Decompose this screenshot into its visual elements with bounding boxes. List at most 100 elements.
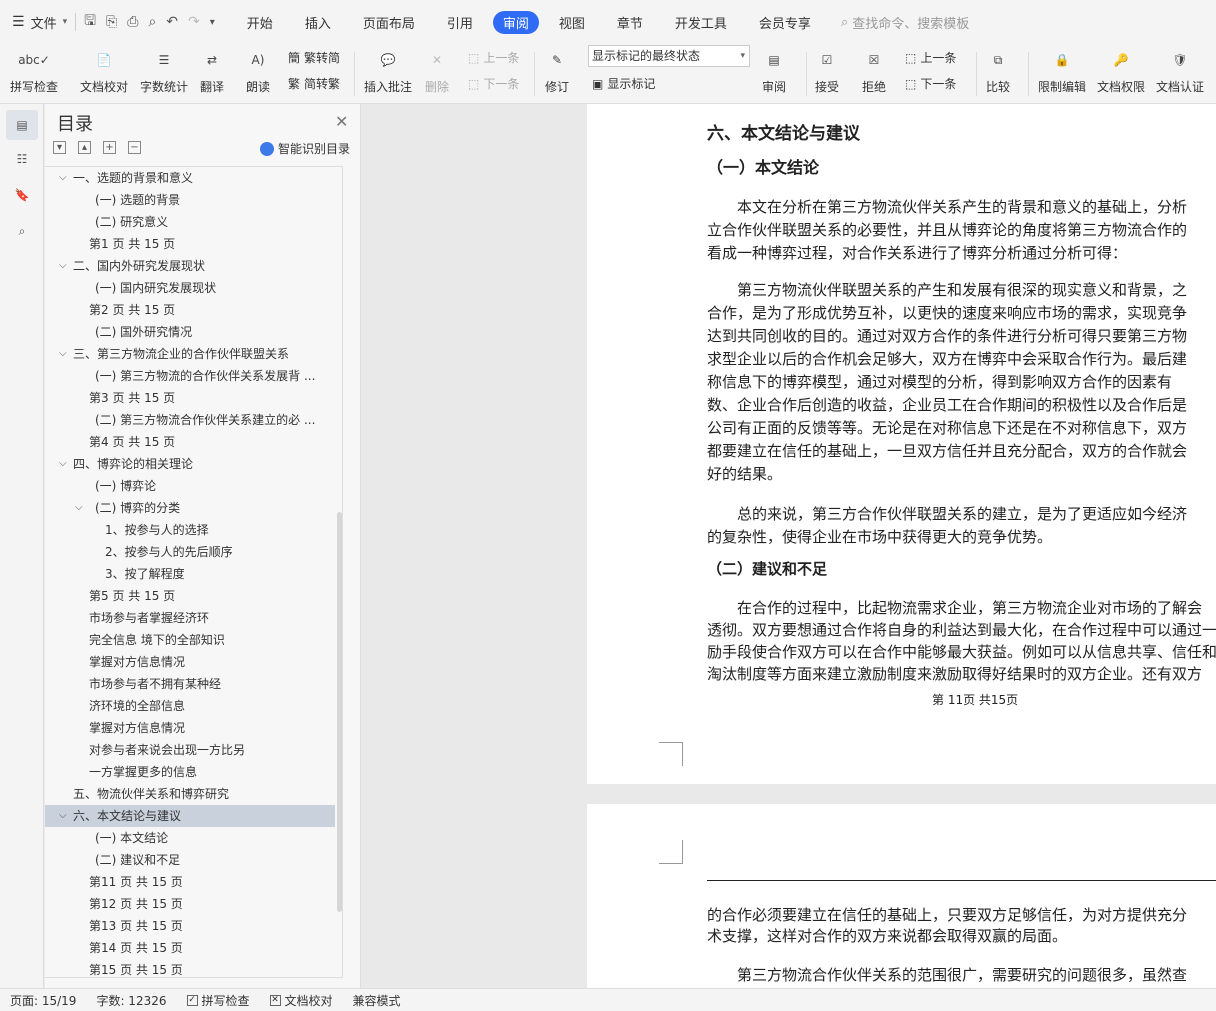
toc-item[interactable]: 济环境的全部信息	[45, 695, 335, 717]
collapse-up-icon[interactable]: ▴	[78, 141, 91, 154]
toc-item[interactable]: (二) 国外研究情况	[45, 321, 335, 343]
file-menu-button[interactable]: ☰ 文件 ▾	[12, 13, 67, 32]
toc-item[interactable]: 第13 页 共 15 页	[45, 915, 335, 937]
toc-item[interactable]: (一) 国内研究发展现状	[45, 277, 335, 299]
toc-item[interactable]: (二) 研究意义	[45, 211, 335, 233]
chevron-down-icon[interactable]: ⌵	[59, 453, 67, 475]
show-markup-button[interactable]: ▣ 显示标记	[592, 75, 655, 92]
command-search[interactable]: ⌕ 查找命令、搜索模板	[841, 13, 969, 32]
markup-mode-select[interactable]: 显示标记的最终状态 ▾	[588, 45, 750, 67]
add-icon[interactable]: +	[103, 141, 116, 154]
doc-permission-button[interactable]: 🔑 文档权限	[1097, 44, 1145, 95]
chevron-down-icon[interactable]: ⌵	[59, 255, 67, 277]
chevron-down-icon[interactable]: ⌵	[59, 343, 67, 365]
trad-to-simp-button[interactable]: 簡 繁转简	[288, 49, 340, 66]
word-count-button[interactable]: ☰ 字数统计	[140, 44, 188, 95]
chevron-down-icon[interactable]: ⌵	[59, 805, 67, 827]
toc-item[interactable]: 市场参与者掌握经济环	[45, 607, 335, 629]
toc-item[interactable]: 五、物流伙伴关系和博弈研究	[45, 783, 335, 805]
tab-chapter[interactable]: 章节	[605, 10, 655, 35]
bookmark-icon[interactable]: 🔖	[6, 180, 38, 210]
toc-item[interactable]: 第1 页 共 15 页	[45, 233, 335, 255]
print-preview-icon[interactable]: ⌕	[148, 14, 156, 30]
doc-proof-button[interactable]: 📄 文档校对	[80, 44, 128, 95]
toc-item[interactable]: (一) 本文结论	[45, 827, 335, 849]
toc-item[interactable]: ⌵ 六、本文结论与建议	[45, 805, 335, 827]
delete-comment-button[interactable]: ✕ 删除	[423, 44, 451, 95]
remove-icon[interactable]: −	[128, 141, 141, 154]
tab-view[interactable]: 视图	[547, 10, 597, 35]
toc-item[interactable]: 第11 页 共 15 页	[45, 871, 335, 893]
undo-icon[interactable]: ↶	[166, 14, 178, 30]
tab-review[interactable]: 审阅	[492, 10, 539, 34]
toc-item[interactable]: 3、按了解程度	[45, 563, 335, 585]
toc-item[interactable]: (一) 博弈论	[45, 475, 335, 497]
prev-comment-button[interactable]: ⬚ 上一条	[468, 49, 519, 66]
read-aloud-button[interactable]: A) 朗读	[244, 44, 272, 95]
toc-item[interactable]: 对参与者来说会出现一方比另	[45, 739, 335, 761]
chapter-nav-icon[interactable]: ☷	[6, 144, 38, 174]
chevron-down-icon[interactable]: ⌵	[59, 167, 67, 189]
spellcheck-toggle[interactable]: ✓ 拼写检查	[186, 992, 250, 1009]
toc-item[interactable]: ⌵ 三、第三方物流企业的合作伙伴联盟关系	[45, 343, 335, 365]
toc-item[interactable]: 第3 页 共 15 页	[45, 387, 335, 409]
accept-button[interactable]: ☑ 接受	[813, 44, 841, 95]
toc-item[interactable]: ⌵ 二、国内外研究发展现状	[45, 255, 335, 277]
toc-item[interactable]: 掌握对方信息情况	[45, 651, 335, 673]
track-changes-button[interactable]: ✎ 修订	[543, 44, 571, 95]
toc-item[interactable]: 第5 页 共 15 页	[45, 585, 335, 607]
toc-item[interactable]: 一方掌握更多的信息	[45, 761, 335, 783]
toc-panel-icon[interactable]: ▤	[6, 110, 38, 140]
next-comment-button[interactable]: ⬚ 下一条	[468, 75, 519, 92]
doc-proof-toggle[interactable]: ✕ 文档校对	[269, 992, 333, 1009]
restrict-edit-button[interactable]: 🔒 限制编辑	[1038, 44, 1086, 95]
toc-item[interactable]: 完全信息 境下的全部知识	[45, 629, 335, 651]
prev-change-button[interactable]: ⬚ 上一条	[905, 49, 956, 66]
translate-button[interactable]: ⇄ 翻译	[198, 44, 226, 95]
toc-item[interactable]: (二) 第三方物流合作伙伴关系建立的必 ...	[45, 409, 335, 431]
export-icon[interactable]: ⎘	[106, 14, 117, 30]
search-icon[interactable]: ⌕	[6, 216, 38, 246]
toc-item[interactable]: 第14 页 共 15 页	[45, 937, 335, 959]
collapse-down-icon[interactable]: ▾	[53, 141, 66, 154]
toc-item[interactable]: 掌握对方信息情况	[45, 717, 335, 739]
print-icon[interactable]: ⎙	[127, 14, 138, 30]
smart-toc-button[interactable]: 智能识别目录	[260, 140, 350, 157]
toc-scrollbar[interactable]	[337, 512, 342, 912]
toc-item[interactable]: (一) 选题的背景	[45, 189, 335, 211]
toc-item[interactable]: 第4 页 共 15 页	[45, 431, 335, 453]
page-indicator[interactable]: 页面: 15/19	[10, 992, 76, 1009]
toc-item[interactable]: (二) 建议和不足	[45, 849, 335, 871]
simp-to-trad-button[interactable]: 繁 简转繁	[288, 75, 340, 92]
chevron-down-icon[interactable]: ⌵	[75, 497, 83, 519]
tab-home[interactable]: 开始	[235, 10, 285, 35]
toc-item[interactable]: ⌵ (二) 博弈的分类	[45, 497, 335, 519]
toc-item[interactable]: 第12 页 共 15 页	[45, 893, 335, 915]
tab-member[interactable]: 会员专享	[747, 10, 823, 35]
toc-item[interactable]: ⌵ 四、博弈论的相关理论	[45, 453, 335, 475]
review-pane-button[interactable]: ▤ 审阅	[760, 44, 788, 95]
close-icon[interactable]: ✕	[335, 112, 348, 131]
tab-references[interactable]: 引用	[435, 10, 485, 35]
toc-item[interactable]: 第2 页 共 15 页	[45, 299, 335, 321]
spellcheck-button[interactable]: abc✓ 拼写检查	[10, 44, 58, 95]
tab-page-layout[interactable]: 页面布局	[351, 10, 427, 35]
next-change-button[interactable]: ⬚ 下一条	[905, 75, 956, 92]
tab-developer[interactable]: 开发工具	[663, 10, 739, 35]
toc-item[interactable]: 2、按参与人的先后顺序	[45, 541, 335, 563]
compare-button[interactable]: ⧉ 比较	[984, 44, 1012, 95]
customize-icon[interactable]: ▾	[210, 17, 215, 28]
accept-label: 接受	[814, 80, 839, 94]
reject-button[interactable]: ☒ 拒绝	[860, 44, 888, 95]
toc-item[interactable]: ⌵ 一、选题的背景和意义	[45, 167, 335, 189]
toc-item[interactable]: 第15 页 共 15 页	[45, 959, 335, 981]
doc-cert-button[interactable]: 🛡 文档认证	[1156, 44, 1204, 95]
toc-item[interactable]: 1、按参与人的选择	[45, 519, 335, 541]
tab-insert[interactable]: 插入	[293, 10, 343, 35]
insert-comment-button[interactable]: 💬 插入批注	[364, 44, 412, 95]
word-count-indicator[interactable]: 字数: 12326	[96, 992, 166, 1009]
save-icon[interactable]: 🖫	[84, 10, 96, 34]
toc-item[interactable]: 市场参与者不拥有某种经	[45, 673, 335, 695]
redo-icon[interactable]: ↷	[188, 14, 200, 30]
toc-item[interactable]: (一) 第三方物流的合作伙伴关系发展背 ...	[45, 365, 335, 387]
